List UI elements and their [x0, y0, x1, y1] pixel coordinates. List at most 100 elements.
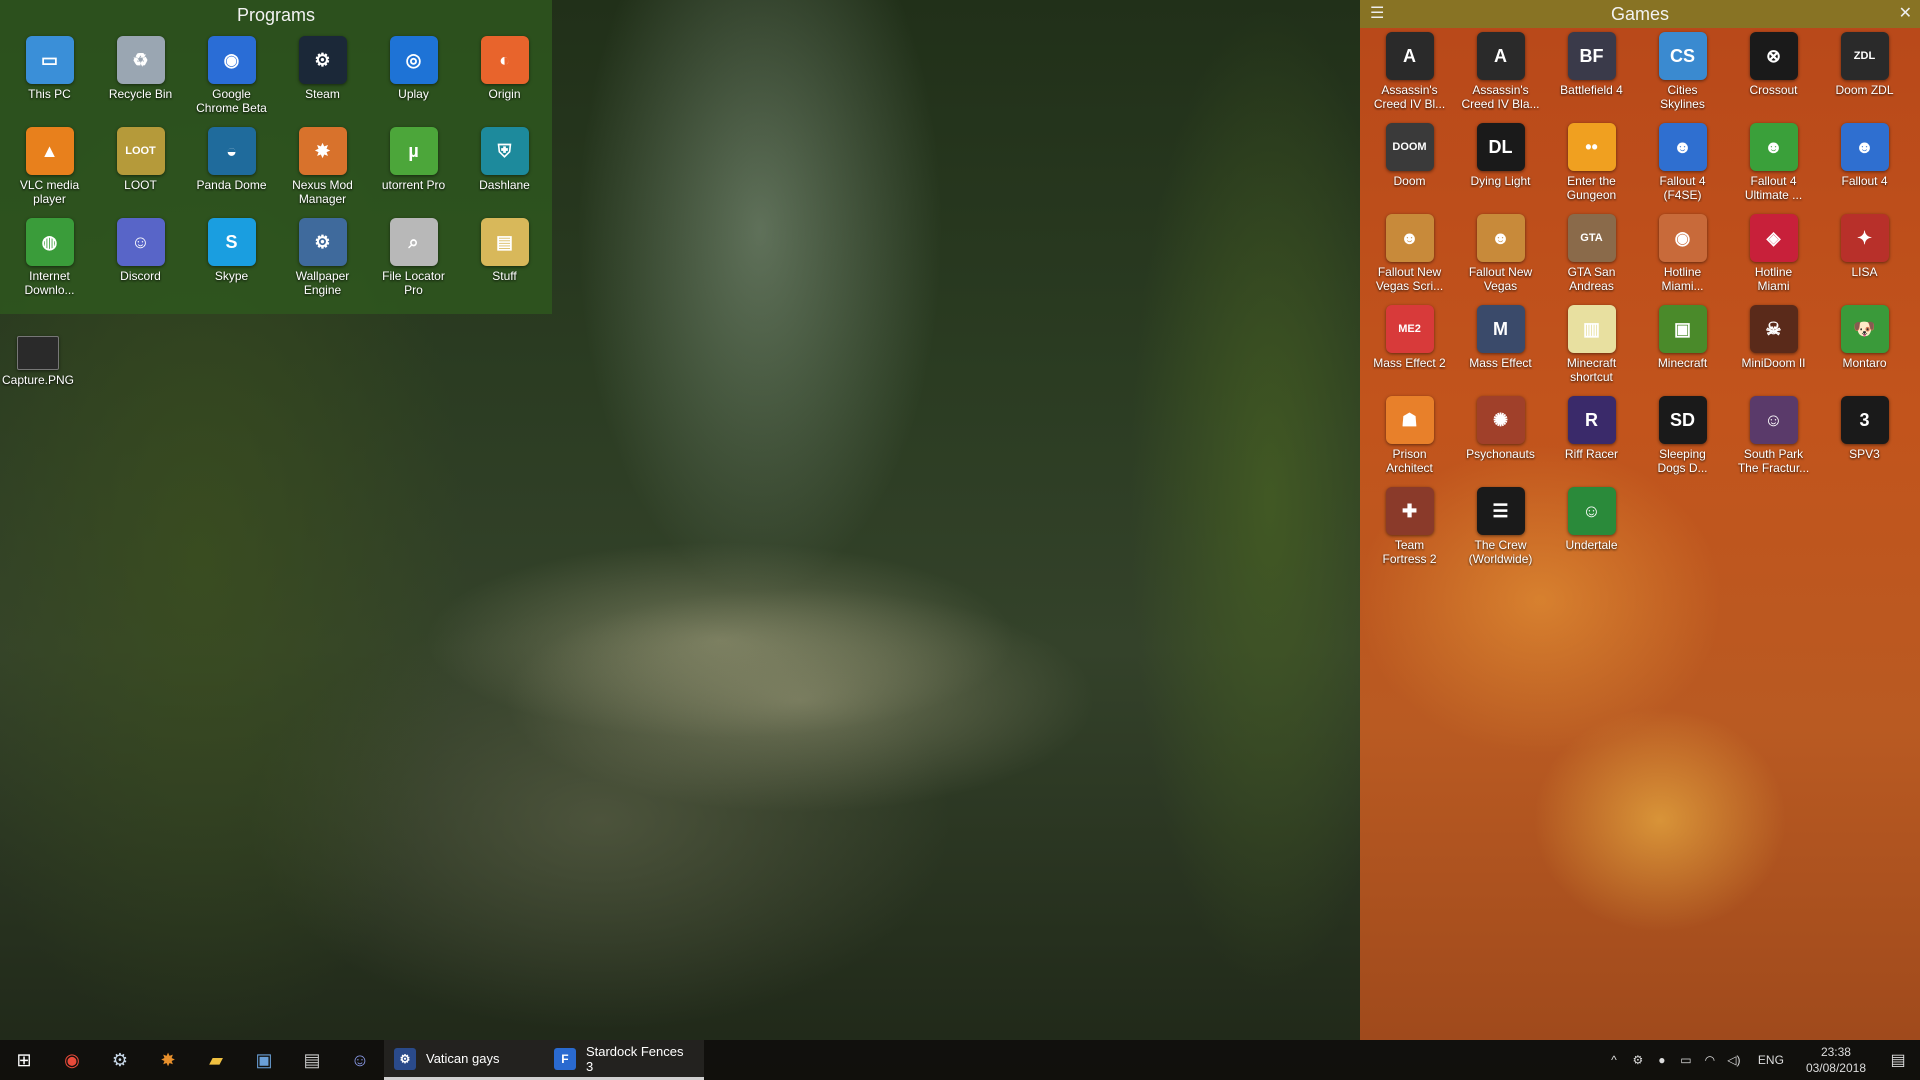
close-icon[interactable]: ✕	[1899, 0, 1912, 28]
programs-shortcut[interactable]: µ utorrent Pro	[368, 127, 459, 218]
games-fence-title: Games	[1610, 4, 1670, 24]
programs-shortcut[interactable]: ▭ This PC	[4, 36, 95, 127]
programs-shortcut-label: Wallpaper Engine	[295, 269, 350, 297]
games-shortcut[interactable]: ◈ Hotline Miami	[1728, 214, 1819, 305]
games-shortcut[interactable]: ⊗ Crossout	[1728, 32, 1819, 123]
vlc-cone-icon: ▲	[25, 127, 74, 175]
programs-shortcut[interactable]: ♻ Recycle Bin	[95, 36, 186, 127]
games-shortcut[interactable]: M Mass Effect	[1455, 305, 1546, 396]
volume-icon[interactable]: ◁)	[1722, 1053, 1746, 1067]
programs-shortcut[interactable]: ◍ Internet Downlo...	[4, 218, 95, 309]
games-shortcut[interactable]: ☻ Fallout 4 (F4SE)	[1637, 123, 1728, 214]
programs-shortcut[interactable]: ◎ Uplay	[368, 36, 459, 127]
programs-shortcut[interactable]: ✸ Nexus Mod Manager	[277, 127, 368, 218]
games-shortcut[interactable]: A Assassin's Creed IV Bl...	[1364, 32, 1455, 123]
desktop-file-capture[interactable]: Capture.PNG	[2, 336, 74, 387]
games-shortcut[interactable]: ☺ South Park The Fractur...	[1728, 396, 1819, 487]
discord-icon[interactable]: ☺	[336, 1040, 384, 1080]
games-shortcut[interactable]: ✦ LISA	[1819, 214, 1910, 305]
steam-icon[interactable]: ⚙	[96, 1040, 144, 1080]
taskbar-app-button[interactable]: ⚙ Vatican gays	[384, 1040, 544, 1080]
programs-shortcut[interactable]: ▲ VLC media player	[4, 127, 95, 218]
games-grid: A Assassin's Creed IV Bl... A Assassin's Cr…	[1364, 32, 1910, 578]
games-shortcut[interactable]: GTA GTA San Andreas	[1546, 214, 1637, 305]
games-shortcut[interactable]: •• Enter the Gungeon	[1546, 123, 1637, 214]
control-panel-icon[interactable]: ▣	[240, 1040, 288, 1080]
games-shortcut[interactable]: ☻ Fallout New Vegas Scri...	[1364, 214, 1455, 305]
nexus-icon[interactable]: ✸	[144, 1040, 192, 1080]
minidoom-icon: ☠	[1749, 305, 1798, 353]
steam-tray-icon[interactable]: ⚙	[1626, 1053, 1650, 1067]
mass-effect-icon: ME2	[1385, 305, 1434, 353]
wifi-icon[interactable]: ◠	[1698, 1053, 1722, 1067]
games-shortcut[interactable]: CS Cities Skylines	[1637, 32, 1728, 123]
programs-fence[interactable]: Programs ▭ This PC ♻ Recycle Bin ◉ Google Chr…	[0, 0, 552, 314]
programs-shortcut[interactable]: ◉ Google Chrome Beta	[186, 36, 277, 127]
battery-icon[interactable]: ▭	[1674, 1053, 1698, 1067]
games-shortcut[interactable]: ✺ Psychonauts	[1455, 396, 1546, 487]
hotline-miami-icon: ◉	[1658, 214, 1707, 262]
games-shortcut[interactable]: 🐶 Montaro	[1819, 305, 1910, 396]
chevron-up-icon[interactable]: ^	[1602, 1053, 1626, 1067]
language-indicator[interactable]: ENG	[1758, 1053, 1784, 1067]
wallpaper-engine-icon: ⚙	[298, 218, 347, 266]
programs-shortcut[interactable]: ◒ Panda Dome	[186, 127, 277, 218]
programs-shortcut[interactable]: LOOT LOOT	[95, 127, 186, 218]
games-shortcut[interactable]: ☺ Undertale	[1546, 487, 1637, 578]
origin-icon: ◐	[480, 36, 529, 84]
hamburger-menu-icon[interactable]: ☰	[1370, 0, 1384, 28]
windows-start-icon[interactable]: ⊞	[0, 1040, 48, 1080]
chrome-icon[interactable]: ◉	[48, 1040, 96, 1080]
programs-shortcut[interactable]: ☺ Discord	[95, 218, 186, 309]
games-shortcut[interactable]: 3 SPV3	[1819, 396, 1910, 487]
games-shortcut[interactable]: ME2 Mass Effect 2	[1364, 305, 1455, 396]
clock[interactable]: 23:38 03/08/2018	[1806, 1044, 1866, 1076]
games-shortcut[interactable]: BF Battlefield 4	[1546, 32, 1637, 123]
games-shortcut[interactable]: SD Sleeping Dogs D...	[1637, 396, 1728, 487]
programs-shortcut[interactable]: ◐ Origin	[459, 36, 550, 127]
printer-icon[interactable]: ▤	[288, 1040, 336, 1080]
games-fence[interactable]: ☰ Games ✕ A Assassin's Creed IV Bl... A Ass…	[1360, 0, 1920, 1040]
programs-shortcut[interactable]: S Skype	[186, 218, 277, 309]
games-shortcut[interactable]: ☗ Prison Architect	[1364, 396, 1455, 487]
programs-shortcut[interactable]: ⛨ Dashlane	[459, 127, 550, 218]
games-shortcut-label: Mass Effect 2	[1373, 356, 1446, 370]
taskbar-app-button[interactable]: F Stardock Fences 3	[544, 1040, 704, 1080]
programs-shortcut-label: File Locator Pro	[382, 269, 445, 297]
programs-shortcut-label: Nexus Mod Manager	[292, 178, 353, 206]
file-explorer-icon[interactable]: ▰	[192, 1040, 240, 1080]
steam-chat-icon: ⚙	[394, 1047, 416, 1070]
games-shortcut[interactable]: ✚ Team Fortress 2	[1364, 487, 1455, 578]
games-shortcut[interactable]: ZDL Doom ZDL	[1819, 32, 1910, 123]
mass-effect-icon: M	[1476, 305, 1525, 353]
games-shortcut-label: Sleeping Dogs D...	[1657, 447, 1708, 475]
tray-icons: ^ ⚙ ● ▭ ◠ ◁)	[1602, 1053, 1746, 1067]
programs-shortcut-label: Skype	[214, 269, 249, 283]
games-shortcut[interactable]: ☻ Fallout New Vegas	[1455, 214, 1546, 305]
games-shortcut-label: Hotline Miami	[1754, 265, 1793, 293]
games-shortcut[interactable]: DL Dying Light	[1455, 123, 1546, 214]
games-shortcut-label: Doom ZDL	[1835, 83, 1894, 97]
games-shortcut[interactable]: ◉ Hotline Miami...	[1637, 214, 1728, 305]
games-shortcut-label: Doom	[1393, 174, 1426, 188]
vault-boy-icon: ☻	[1385, 214, 1434, 262]
programs-fence-title[interactable]: Programs	[0, 0, 552, 30]
games-fence-header[interactable]: ☰ Games ✕	[1360, 0, 1920, 28]
games-shortcut[interactable]: ☻ Fallout 4 Ultimate ...	[1728, 123, 1819, 214]
programs-shortcut[interactable]: ⚙ Wallpaper Engine	[277, 218, 368, 309]
games-shortcut[interactable]: ☰ The Crew (Worldwide)	[1455, 487, 1546, 578]
origin-tray-icon[interactable]: ●	[1650, 1053, 1674, 1067]
games-shortcut[interactable]: A Assassin's Creed IV Bla...	[1455, 32, 1546, 123]
notification-center-icon[interactable]: ▤	[1876, 1050, 1920, 1070]
programs-shortcut[interactable]: ⌕ File Locator Pro	[368, 218, 459, 309]
games-shortcut-label: Assassin's Creed IV Bla...	[1461, 83, 1540, 111]
games-shortcut[interactable]: ☠ MiniDoom II	[1728, 305, 1819, 396]
games-shortcut[interactable]: R Riff Racer	[1546, 396, 1637, 487]
games-shortcut[interactable]: DOOM Doom	[1364, 123, 1455, 214]
games-shortcut[interactable]: ☻ Fallout 4	[1819, 123, 1910, 214]
programs-shortcut[interactable]: ⚙ Steam	[277, 36, 368, 127]
monitor-icon: ▭	[25, 36, 74, 84]
games-shortcut[interactable]: ▣ Minecraft	[1637, 305, 1728, 396]
games-shortcut[interactable]: ▥ Minecraft shortcut	[1546, 305, 1637, 396]
programs-shortcut[interactable]: ▤ Stuff	[459, 218, 550, 309]
